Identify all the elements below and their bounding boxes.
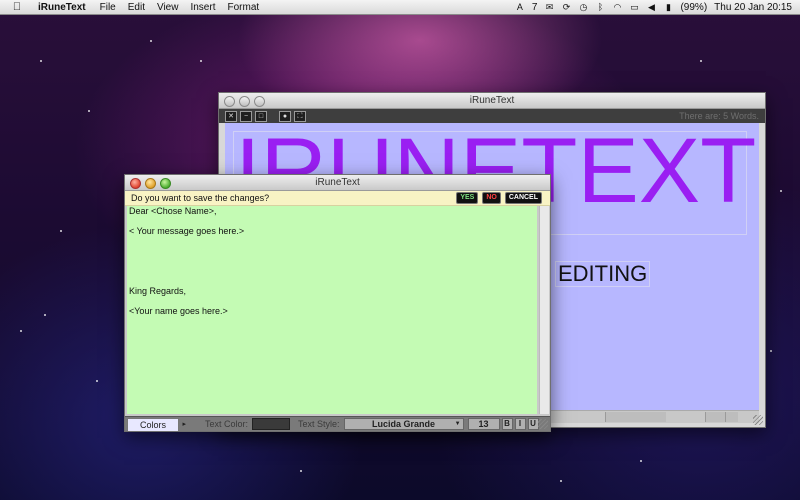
word-count: There are: 5 Words. — [679, 111, 759, 121]
star — [60, 230, 62, 232]
colors-tab[interactable]: Colors ▸ — [127, 417, 186, 431]
minimize-button[interactable] — [239, 96, 250, 107]
front-window-titlebar[interactable]: iRuneText — [125, 175, 550, 191]
tray-count: 7 — [531, 1, 538, 13]
star — [780, 190, 782, 192]
back-window-toolbar: ✕ − □ ● ⛶ There are: 5 Words. — [219, 109, 765, 123]
no-button[interactable]: NO — [482, 192, 501, 204]
status-tray: A 7 ✉ ⟳ ◷ ᛒ ◠ ▭ ◀ ▮ (99%) Thu 20 Jan 20:… — [515, 2, 792, 13]
record-icon[interactable]: ● — [279, 110, 291, 122]
editor-line: King Regards, — [129, 286, 187, 296]
format-bar: Colors ▸ Text Color: Text Style: Lucida … — [125, 416, 550, 431]
star — [96, 380, 98, 382]
subtitle-text: EDITING — [555, 261, 651, 287]
editor-line: <Your name goes here.> — [129, 306, 228, 316]
close-doc-icon[interactable]: ✕ — [225, 110, 237, 122]
battery-icon[interactable]: ▮ — [663, 2, 673, 13]
sync-icon[interactable]: ⟳ — [561, 2, 571, 13]
menu-bar:  iRuneText File Edit View Insert Format… — [0, 0, 800, 15]
back-window-titlebar[interactable]: iRuneText — [219, 93, 765, 109]
underline-button[interactable]: U — [527, 418, 539, 430]
close-button[interactable] — [224, 96, 235, 107]
front-editor-window: iRuneText Do you want to save the change… — [124, 174, 551, 432]
yes-button[interactable]: YES — [456, 192, 479, 204]
bluetooth-icon[interactable]: ᛒ — [595, 2, 605, 12]
adobe-icon[interactable]: A — [515, 2, 525, 12]
text-color-swatch[interactable] — [252, 418, 291, 430]
minimize-button[interactable] — [145, 178, 156, 189]
bold-button[interactable]: B — [501, 418, 513, 430]
star — [40, 60, 42, 62]
dropdown-icon: ▼ — [454, 421, 461, 427]
editor-line: Dear <Chose Name>, — [129, 206, 217, 216]
star — [44, 314, 46, 316]
font-size-select[interactable]: 13 — [467, 418, 500, 430]
menu-file[interactable]: File — [100, 2, 116, 13]
window-title: iRuneText — [469, 95, 515, 106]
star — [300, 470, 302, 472]
star — [560, 480, 562, 482]
text-color-label: Text Color: — [205, 419, 249, 429]
display-icon[interactable]: ▭ — [629, 2, 639, 13]
font-family-select[interactable]: Lucida Grande ▼ — [343, 418, 464, 430]
mail-icon[interactable]: ✉ — [544, 2, 554, 13]
tab-arrow-icon: ▸ — [182, 420, 186, 428]
resize-grip[interactable] — [538, 419, 548, 429]
fullscreen-icon[interactable]: ⛶ — [294, 110, 306, 122]
editor-line: < Your message goes here.> — [129, 226, 245, 236]
wifi-icon[interactable]: ◠ — [612, 2, 622, 13]
clock-icon[interactable]: ◷ — [578, 2, 588, 13]
star — [200, 60, 202, 62]
star — [770, 350, 772, 352]
star — [640, 460, 642, 462]
menu-format[interactable]: Format — [227, 2, 259, 13]
save-prompt-text: Do you want to save the changes? — [131, 193, 270, 203]
star — [88, 110, 90, 112]
star — [700, 60, 702, 62]
minimize-doc-icon[interactable]: − — [240, 110, 252, 122]
close-button[interactable] — [130, 178, 141, 189]
zoom-button[interactable] — [160, 178, 171, 189]
volume-icon[interactable]: ◀ — [646, 2, 656, 13]
menu-insert[interactable]: Insert — [190, 2, 215, 13]
menu-view[interactable]: View — [157, 2, 179, 13]
vertical-scrollbar[interactable] — [539, 206, 549, 414]
app-menu[interactable]: iRuneText — [38, 2, 86, 13]
italic-button[interactable]: I — [514, 418, 526, 430]
zoom-button[interactable] — [254, 96, 265, 107]
battery-percent: (99%) — [680, 1, 708, 13]
text-style-label: Text Style: — [298, 419, 340, 429]
text-editor[interactable]: Dear <Chose Name>, < Your message goes h… — [127, 206, 537, 414]
cancel-button[interactable]: CANCEL — [504, 192, 542, 204]
save-prompt-bar: Do you want to save the changes? YES NO … — [125, 191, 550, 206]
clock[interactable]: Thu 20 Jan 20:15 — [714, 2, 792, 13]
star — [20, 330, 22, 332]
menu-edit[interactable]: Edit — [128, 2, 145, 13]
resize-grip[interactable] — [753, 415, 763, 425]
window-title: iRuneText — [315, 177, 360, 188]
star — [150, 40, 152, 42]
window-doc-icon[interactable]: □ — [255, 110, 267, 122]
apple-menu-icon[interactable]:  — [10, 1, 24, 13]
